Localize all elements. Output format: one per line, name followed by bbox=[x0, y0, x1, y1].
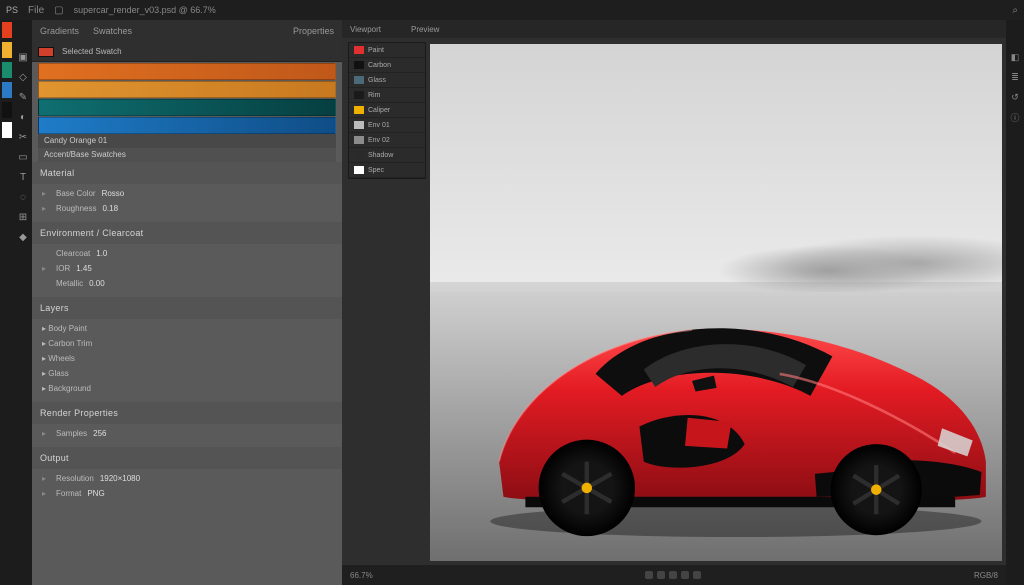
right-dock: ◧ ≣ ↺ ⓘ bbox=[1006, 20, 1024, 585]
status-indicators bbox=[645, 571, 701, 579]
material-item[interactable]: Env 01 bbox=[349, 118, 425, 133]
material-item[interactable]: Shadow bbox=[349, 148, 425, 163]
document-title: supercar_render_v03.psd @ 66.7% bbox=[74, 5, 216, 15]
layer-row[interactable]: ▸ Glass bbox=[32, 366, 342, 381]
prop-row[interactable]: ▸Base ColorRosso bbox=[32, 186, 342, 201]
prop-row[interactable]: ▸Roughness0.18 bbox=[32, 201, 342, 216]
menu-file[interactable]: File bbox=[28, 5, 44, 16]
material-item[interactable]: Rim bbox=[349, 88, 425, 103]
color-label-line: Candy Orange 01 bbox=[38, 134, 336, 148]
color-swatch-4[interactable] bbox=[38, 117, 336, 134]
tool-crop-icon[interactable]: ✂ bbox=[16, 130, 30, 144]
layer-row[interactable]: ▸ Carbon Trim bbox=[32, 336, 342, 351]
prop-row[interactable]: Metallic0.00 bbox=[32, 276, 342, 291]
material-item[interactable]: Carbon bbox=[349, 58, 425, 73]
viewport-tabs: Viewport Preview bbox=[342, 20, 1006, 38]
strip-swatch[interactable] bbox=[2, 82, 12, 98]
render-canvas[interactable] bbox=[430, 44, 1002, 561]
prop-row[interactable]: Clearcoat1.0 bbox=[32, 246, 342, 261]
tool-brush-icon[interactable]: ✎ bbox=[16, 90, 30, 104]
status-dot bbox=[681, 571, 689, 579]
strip-swatch[interactable] bbox=[2, 42, 12, 58]
material-item[interactable]: Spec bbox=[349, 163, 425, 178]
tab-gradients[interactable]: Gradients bbox=[40, 26, 79, 36]
section-layers-header[interactable]: Layers bbox=[32, 297, 342, 319]
panel-toggle-icon[interactable]: ◧ bbox=[1008, 50, 1022, 64]
swatch-header: Selected Swatch bbox=[32, 42, 342, 62]
tool-strip: ▣ ◇ ✎ ◐ ✂ ▭ T ◌ ⊞ ◆ bbox=[14, 20, 32, 585]
section-env-header[interactable]: Environment / Clearcoat bbox=[32, 222, 342, 244]
app-logo: PS bbox=[6, 5, 18, 15]
strip-swatch[interactable] bbox=[2, 122, 12, 138]
save-icon[interactable]: ▢ bbox=[54, 5, 63, 16]
layer-row[interactable]: ▸ Wheels bbox=[32, 351, 342, 366]
status-dot bbox=[657, 571, 665, 579]
material-item[interactable]: Env 02 bbox=[349, 133, 425, 148]
layers-icon[interactable]: ≣ bbox=[1008, 70, 1022, 84]
strip-swatch[interactable] bbox=[2, 22, 12, 38]
status-dot bbox=[645, 571, 653, 579]
title-bar: PS File ▢ supercar_render_v03.psd @ 66.7… bbox=[0, 0, 1024, 20]
app-root: PS File ▢ supercar_render_v03.psd @ 66.7… bbox=[0, 0, 1024, 585]
strip-swatch[interactable] bbox=[2, 102, 12, 118]
material-list-panel: Paint Carbon Glass Rim Caliper Env 01 En… bbox=[348, 42, 426, 179]
material-item[interactable]: Glass bbox=[349, 73, 425, 88]
material-item[interactable]: Caliper bbox=[349, 103, 425, 118]
color-swatch-1[interactable] bbox=[38, 63, 336, 80]
tool-move-icon[interactable]: ▣ bbox=[16, 50, 30, 64]
prop-row[interactable]: ▸IOR1.45 bbox=[32, 261, 342, 276]
status-dot bbox=[669, 571, 677, 579]
panel-tabs: Gradients Swatches Properties bbox=[32, 20, 342, 42]
status-dot bbox=[693, 571, 701, 579]
layer-row[interactable]: ▸ Background bbox=[32, 381, 342, 396]
swatch-chip[interactable] bbox=[38, 47, 54, 57]
zoom-level[interactable]: 66.7% bbox=[350, 571, 373, 580]
viewport-tab[interactable]: Viewport bbox=[350, 25, 381, 34]
layer-row[interactable]: ▸ Body Paint bbox=[32, 321, 342, 336]
tool-text-icon[interactable]: T bbox=[16, 170, 30, 184]
prop-row[interactable]: ▸FormatPNG bbox=[32, 486, 342, 501]
swatch-label: Selected Swatch bbox=[62, 47, 122, 56]
section-output-header[interactable]: Output bbox=[32, 447, 342, 469]
strip-swatch[interactable] bbox=[2, 62, 12, 78]
status-bar: 66.7% RGB/8 bbox=[342, 565, 1006, 585]
preview-tab[interactable]: Preview bbox=[411, 25, 439, 34]
info-icon[interactable]: ⓘ bbox=[1008, 110, 1022, 124]
section-material-header[interactable]: Material bbox=[32, 162, 342, 184]
tool-picker-icon[interactable]: ◆ bbox=[16, 230, 30, 244]
main-area: ▣ ◇ ✎ ◐ ✂ ▭ T ◌ ⊞ ◆ Gradients Swatches P… bbox=[0, 20, 1024, 585]
properties-panel: Gradients Swatches Properties Selected S… bbox=[32, 20, 342, 585]
tool-select-icon[interactable]: ◇ bbox=[16, 70, 30, 84]
tool-ellipse-icon[interactable]: ◌ bbox=[16, 190, 30, 204]
prop-row[interactable]: ▸Samples256 bbox=[32, 426, 342, 441]
color-swatch-3[interactable] bbox=[38, 99, 336, 116]
tab-properties[interactable]: Properties bbox=[293, 26, 334, 36]
color-label-line-2: Accent/Base Swatches bbox=[38, 148, 336, 162]
material-item[interactable]: Paint bbox=[349, 43, 425, 58]
tool-shape-icon[interactable]: ▭ bbox=[16, 150, 30, 164]
viewport-area: Viewport Preview Paint Carbon Glass Rim … bbox=[342, 20, 1006, 585]
prop-row[interactable]: ▸Resolution1920×1080 bbox=[32, 471, 342, 486]
search-icon[interactable]: ⌕ bbox=[1012, 5, 1018, 16]
left-swatch-strip bbox=[0, 20, 14, 585]
canvas-frame bbox=[430, 44, 1002, 561]
tab-swatches[interactable]: Swatches bbox=[93, 26, 132, 36]
section-render-header[interactable]: Render Properties bbox=[32, 402, 342, 424]
tool-grid-icon[interactable]: ⊞ bbox=[16, 210, 30, 224]
car-render bbox=[464, 189, 990, 541]
tool-gradient-icon[interactable]: ◐ bbox=[16, 110, 30, 124]
color-swatch-2[interactable] bbox=[38, 81, 336, 98]
color-mode: RGB/8 bbox=[974, 571, 998, 580]
history-icon[interactable]: ↺ bbox=[1008, 90, 1022, 104]
